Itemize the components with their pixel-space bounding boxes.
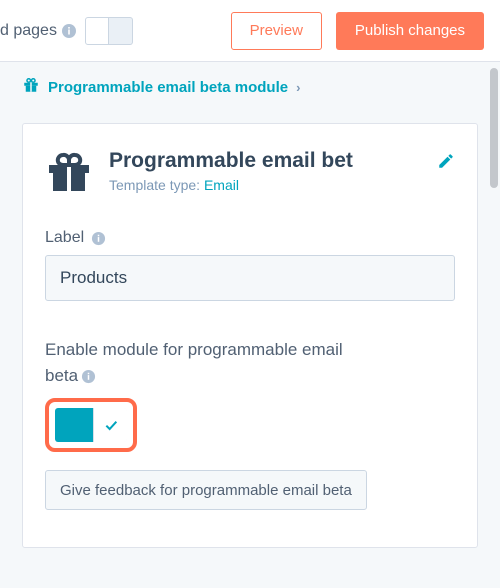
scrollbar[interactable] — [490, 68, 498, 188]
chevron-right-icon: › — [296, 80, 300, 95]
breadcrumb: Programmable email beta module › — [0, 62, 500, 109]
pages-fragment-wrap: d pages — [0, 17, 133, 45]
module-subtitle: Template type: Email — [109, 177, 421, 193]
publish-button[interactable]: Publish changes — [336, 12, 484, 50]
pages-text: d pages — [0, 22, 57, 40]
template-type-link[interactable]: Email — [204, 177, 239, 193]
label-field-group: Label — [45, 229, 455, 301]
label-field-label: Label — [45, 229, 455, 247]
check-icon — [103, 417, 119, 433]
panel-wrapper: Programmable email bet Template type: Em… — [0, 109, 500, 588]
mini-toggle-right[interactable] — [109, 17, 133, 45]
topbar: d pages Preview Publish changes — [0, 0, 500, 62]
module-panel: Programmable email bet Template type: Em… — [22, 123, 478, 548]
enable-line2: beta — [45, 366, 78, 385]
gift-icon — [45, 148, 93, 201]
enable-label: Enable module for programmable email bet… — [45, 337, 455, 388]
info-icon — [61, 23, 77, 39]
module-header: Programmable email bet Template type: Em… — [45, 148, 455, 201]
enable-line1: Enable module for programmable email — [45, 340, 343, 359]
enable-toggle[interactable] — [55, 408, 127, 442]
breadcrumb-link[interactable]: Programmable email beta module — [48, 79, 288, 96]
label-input[interactable] — [45, 255, 455, 301]
mini-toggle[interactable] — [85, 17, 133, 45]
module-title: Programmable email bet — [109, 148, 421, 173]
label-text: Label — [45, 229, 84, 247]
info-icon[interactable] — [80, 368, 96, 384]
edit-icon[interactable] — [437, 152, 455, 175]
info-icon[interactable] — [90, 230, 106, 246]
gift-icon — [22, 76, 40, 99]
feedback-button[interactable]: Give feedback for programmable email bet… — [45, 470, 367, 510]
template-type-label: Template type: — [109, 177, 204, 193]
enable-group: Enable module for programmable email bet… — [45, 337, 455, 510]
toggle-highlight — [45, 398, 137, 452]
preview-button[interactable]: Preview — [231, 12, 322, 50]
mini-toggle-left[interactable] — [85, 17, 109, 45]
